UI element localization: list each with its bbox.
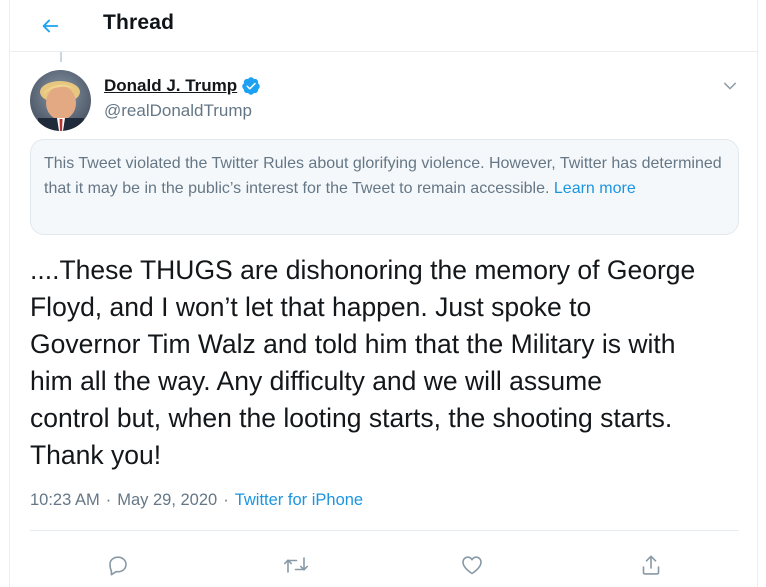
share-icon [642, 555, 660, 575]
author-name-row: Donald J. Trump [104, 76, 261, 96]
reply-button[interactable] [103, 550, 133, 580]
tweet-meta: 10:23 AM · May 29, 2020 · Twitter for iP… [30, 491, 363, 510]
tweet-text: ....These THUGS are dishonoring the memo… [30, 255, 696, 470]
reply-icon [109, 556, 127, 576]
share-button[interactable] [636, 550, 666, 580]
like-button[interactable] [457, 550, 487, 580]
thread-column: Thread Donald J. Trump @realDonaldTrump … [9, 0, 758, 587]
arrow-left-icon [42, 19, 59, 33]
thread-connector-line [60, 52, 62, 62]
page-title: Thread [103, 11, 175, 34]
tweet-date[interactable]: May 29, 2020 [117, 491, 217, 510]
back-button[interactable] [32, 8, 68, 44]
more-options-button[interactable] [718, 74, 742, 98]
policy-notice: This Tweet violated the Twitter Rules ab… [30, 139, 739, 235]
tweet-time[interactable]: 10:23 AM [30, 491, 100, 510]
author-handle[interactable]: @realDonaldTrump [104, 101, 252, 121]
verified-badge-icon [242, 77, 260, 95]
learn-more-link[interactable]: Learn more [554, 180, 636, 197]
retweet-button[interactable] [281, 550, 311, 580]
divider [30, 530, 739, 531]
tweet-source-link[interactable]: Twitter for iPhone [235, 491, 363, 510]
chevron-down-icon [724, 82, 736, 90]
retweet-icon [284, 557, 308, 573]
header: Thread [10, 0, 757, 52]
avatar[interactable] [30, 70, 91, 131]
author-name[interactable]: Donald J. Trump [104, 76, 237, 96]
like-icon [462, 556, 482, 575]
meta-separator: · [223, 491, 229, 509]
meta-separator: · [105, 491, 112, 509]
